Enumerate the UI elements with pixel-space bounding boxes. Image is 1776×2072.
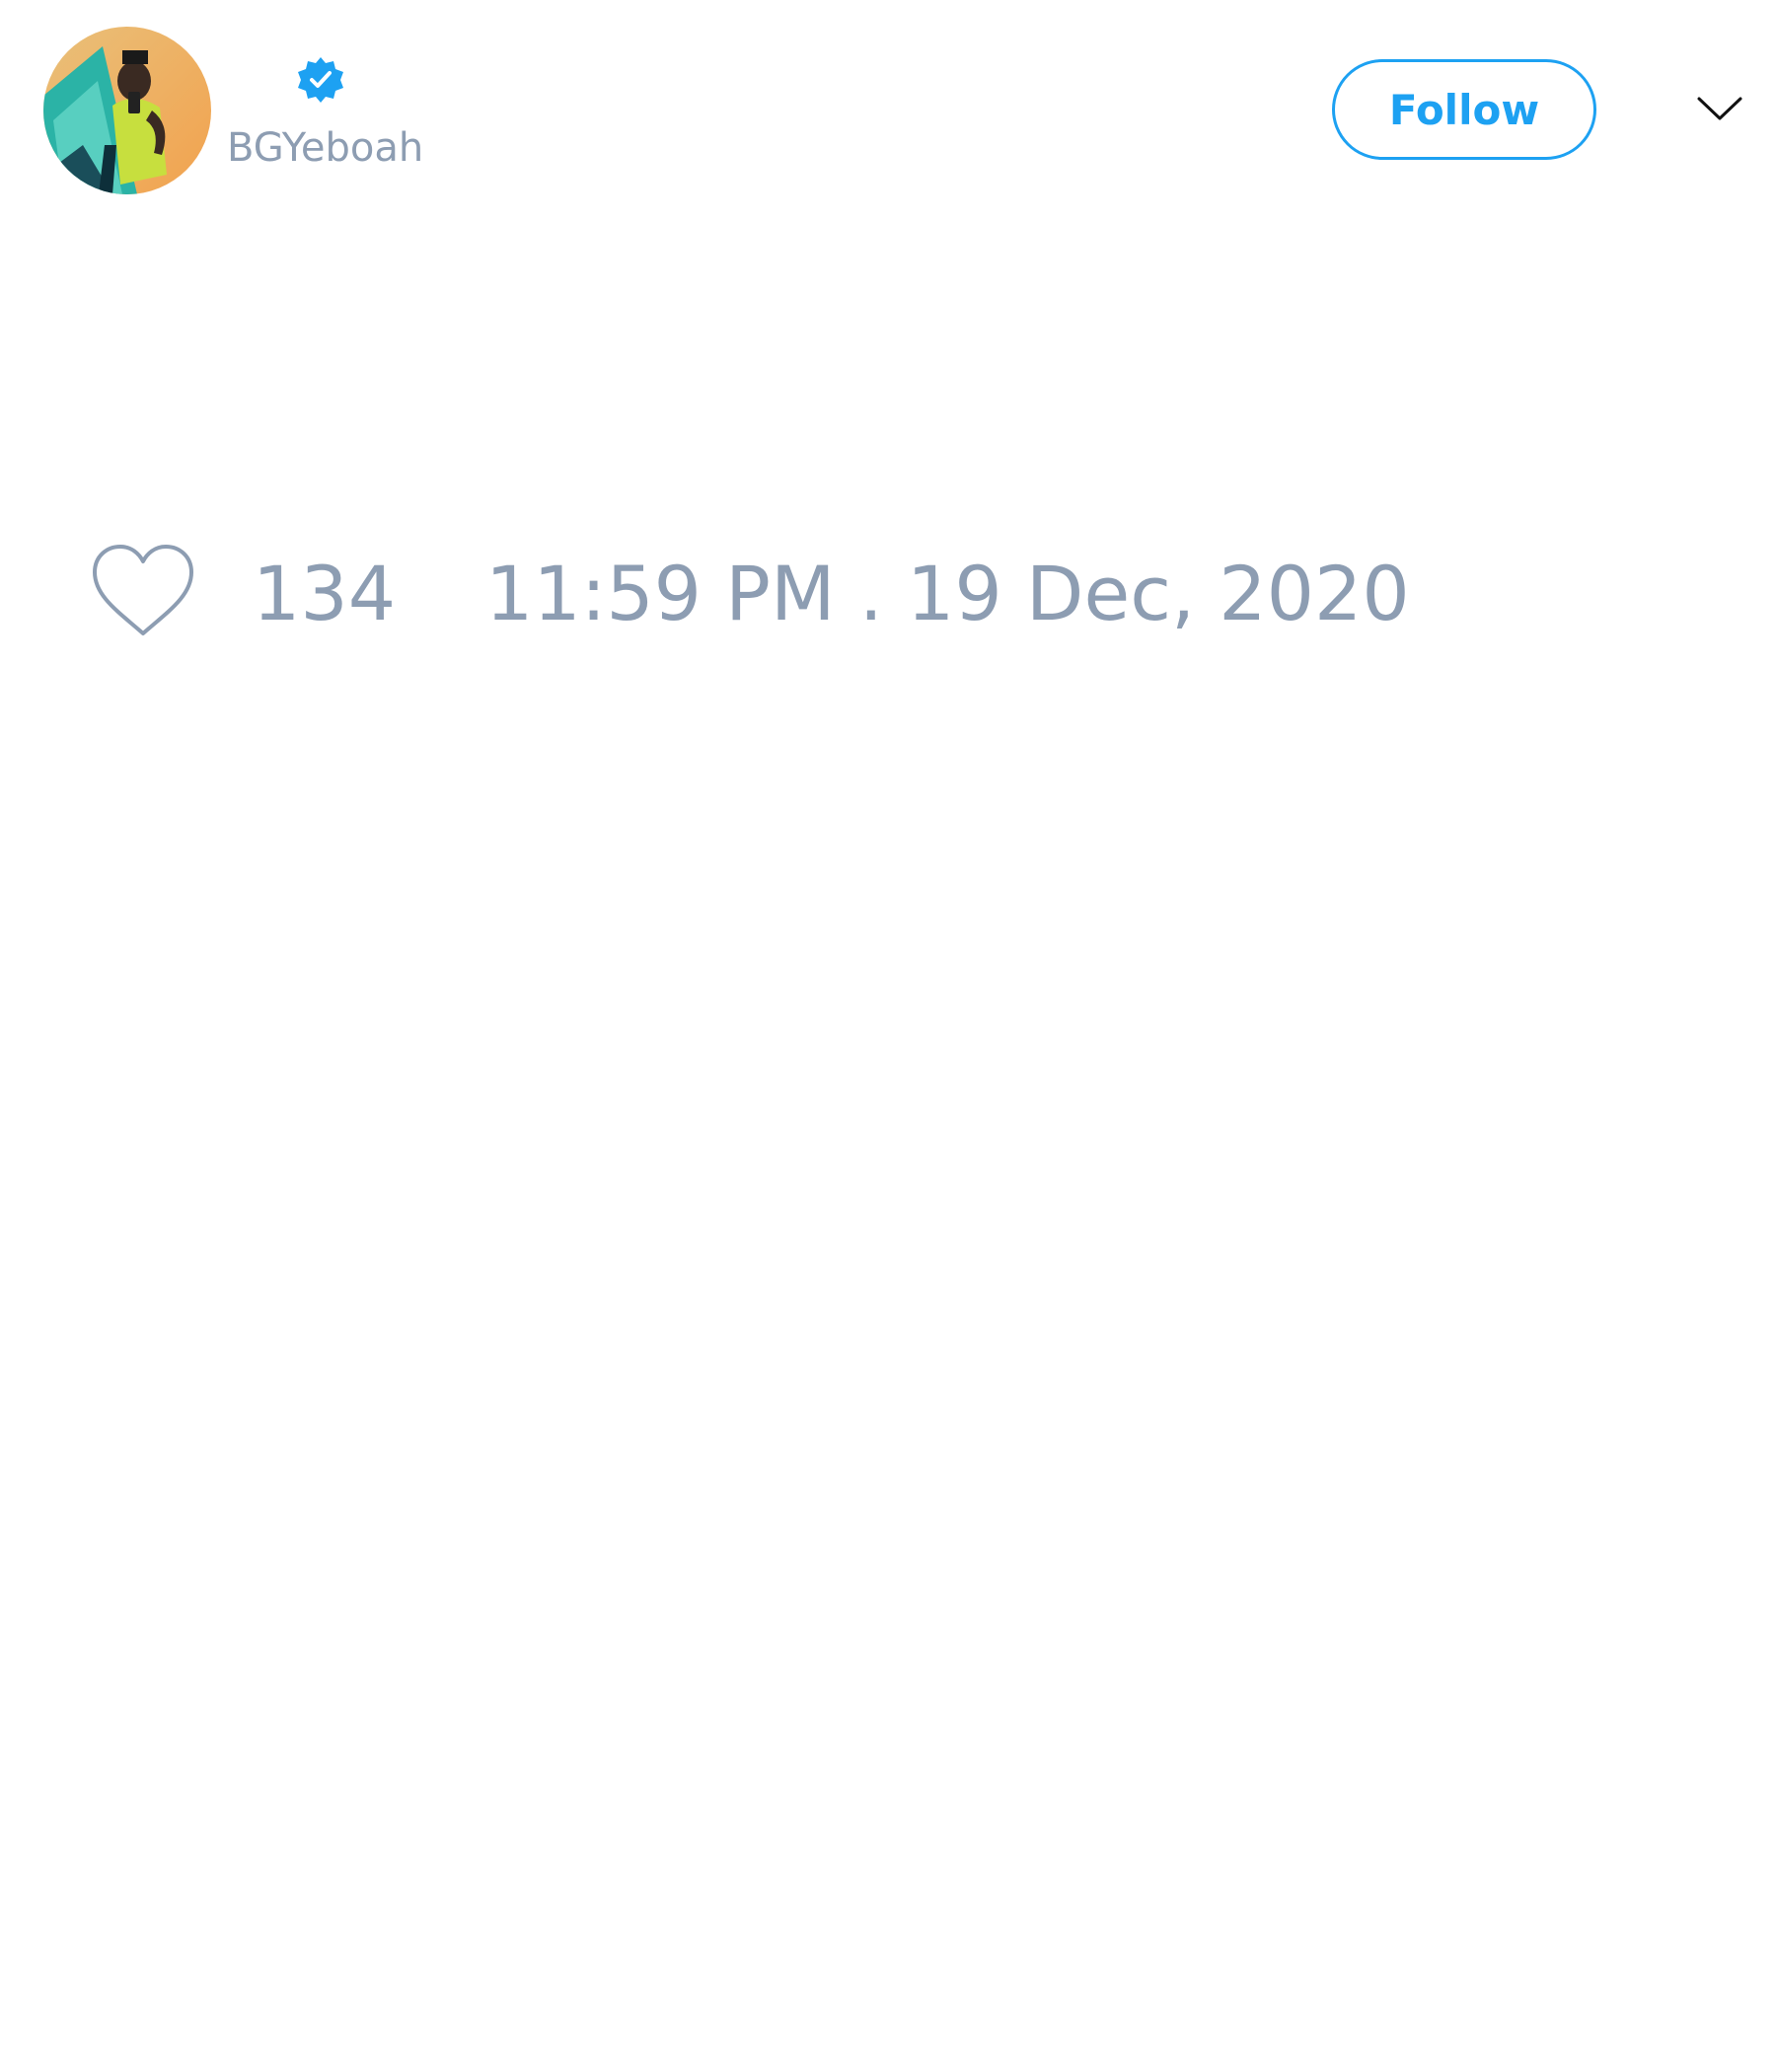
username[interactable]: BGYeboah bbox=[227, 124, 423, 172]
heart-icon[interactable] bbox=[89, 543, 197, 641]
tweet-timestamp[interactable]: 11:59 PM . 19 Dec, 2020 bbox=[485, 553, 1410, 635]
follow-button[interactable]: Follow bbox=[1332, 59, 1596, 160]
avatar[interactable] bbox=[43, 27, 211, 194]
chevron-down-icon[interactable] bbox=[1695, 89, 1744, 128]
verified-badge-icon bbox=[296, 55, 345, 105]
like-count: 134 bbox=[253, 550, 397, 637]
tweet-meta-row: 134 11:59 PM . 19 Dec, 2020 bbox=[0, 533, 1776, 651]
tweet-header: BGYeboah Follow bbox=[0, 0, 1776, 217]
avatar-photo bbox=[43, 27, 211, 194]
